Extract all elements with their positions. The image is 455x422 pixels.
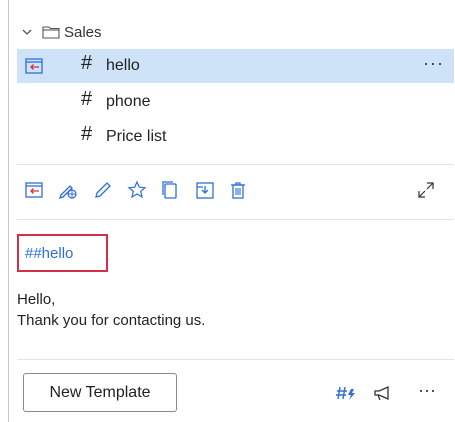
template-item-hello[interactable]: # hello ··· [17, 49, 454, 83]
template-item-phone[interactable]: # phone [17, 85, 454, 119]
insert-template-icon[interactable] [23, 179, 45, 201]
folder-icon [42, 23, 60, 41]
edit-in-browser-icon[interactable] [57, 179, 79, 201]
hash-lightning-icon[interactable] [334, 382, 358, 404]
edit-icon[interactable] [92, 179, 114, 201]
template-label: phone [106, 93, 151, 110]
delete-icon[interactable] [227, 179, 249, 201]
copy-icon[interactable] [159, 179, 181, 201]
more-options-icon[interactable]: ··· [414, 379, 440, 401]
more-options-icon[interactable]: ··· [423, 53, 444, 74]
template-shortcut-name: ##hello [17, 234, 108, 272]
template-item-price-list[interactable]: # Price list [17, 120, 454, 154]
folder-label: Sales [64, 23, 102, 41]
move-icon[interactable] [194, 179, 216, 201]
hash-icon: # [81, 88, 93, 110]
preview-body-line: Hello, [17, 291, 56, 308]
chevron-down-icon[interactable] [18, 23, 36, 41]
template-label: hello [106, 57, 140, 74]
divider [17, 219, 454, 220]
expand-icon[interactable] [415, 179, 437, 201]
folder-sales[interactable]: Sales [18, 20, 102, 44]
template-label: Price list [106, 128, 167, 145]
template-toolbar [17, 176, 454, 206]
new-template-button[interactable]: New Template [23, 373, 177, 412]
hash-icon: # [81, 123, 93, 145]
star-icon[interactable] [126, 179, 148, 201]
announcement-icon[interactable] [371, 382, 395, 404]
insert-template-icon[interactable] [25, 58, 43, 79]
hash-icon: # [81, 52, 93, 74]
divider [17, 359, 454, 360]
preview-body-line: Thank you for contacting us. [17, 312, 206, 329]
divider [17, 164, 454, 165]
